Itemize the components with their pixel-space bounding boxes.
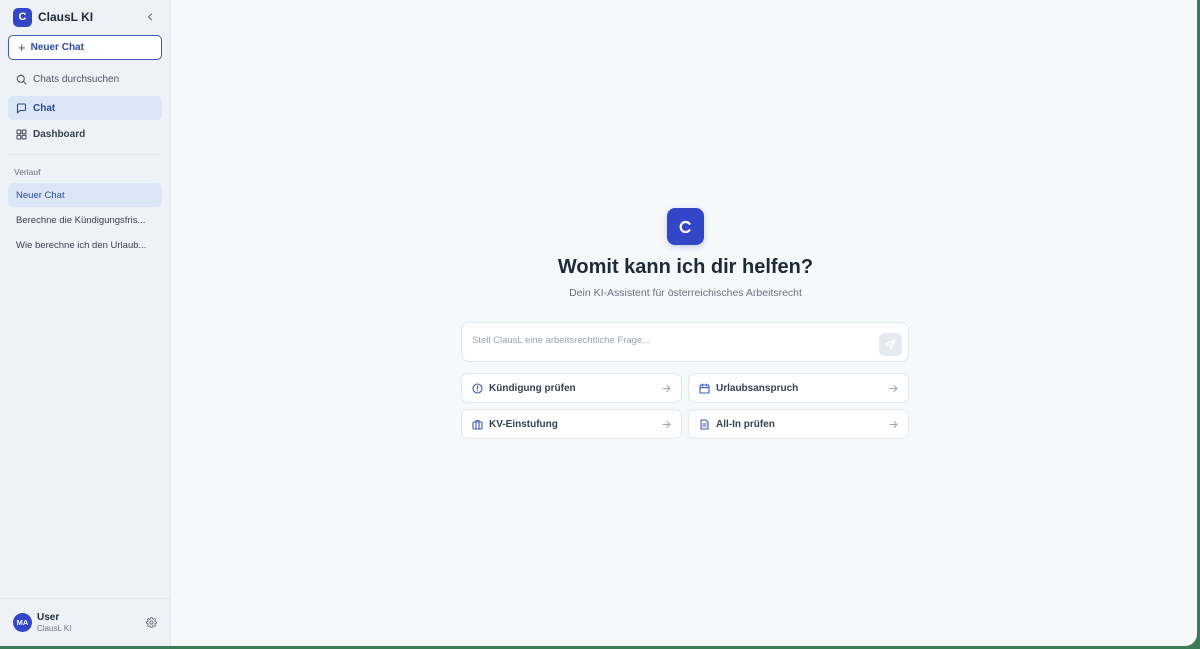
user-profile-bar: MA User ClausL KI <box>0 598 170 646</box>
search-icon <box>16 74 27 85</box>
app-logo-letter: C <box>18 11 27 23</box>
nav-item-chat[interactable]: Chat <box>8 96 162 120</box>
search-chats-label: Chats durchsuchen <box>33 73 120 85</box>
suggestion-all-in[interactable]: All-In prüfen <box>688 409 909 439</box>
app-window: C ClausL KI + Neuer Chat Chats durchsuch… <box>0 0 1197 646</box>
arrow-right-icon <box>889 384 898 393</box>
history-item[interactable]: Berechne die Kündigungsfris... <box>8 208 162 232</box>
nav-dashboard-label: Dashboard <box>33 128 86 140</box>
history-section-label: Verlauf <box>14 167 41 177</box>
suggestion-label: Urlaubsanspruch <box>716 382 799 394</box>
search-chats-button[interactable]: Chats durchsuchen <box>8 67 162 91</box>
page-title: Womit kann ich dir helfen? <box>557 256 814 278</box>
suggestion-kv-einstufung[interactable]: KV-Einstufung <box>461 409 682 439</box>
user-name: User <box>37 612 60 624</box>
sidebar-divider <box>8 154 162 155</box>
document-icon <box>700 418 709 430</box>
avatar[interactable]: MA <box>13 613 32 632</box>
arrow-right-icon <box>662 384 671 393</box>
dashboard-grid-icon <box>16 129 27 139</box>
prompt-box <box>461 322 909 362</box>
history-item[interactable]: Neuer Chat <box>8 183 162 207</box>
info-circle-icon <box>472 382 483 394</box>
history-item[interactable]: Wie berechne ich den Urlaub... <box>8 233 162 257</box>
plus-icon: + <box>18 40 26 55</box>
suggestion-kuendigung[interactable]: Kündigung prüfen <box>461 373 682 403</box>
arrow-right-icon <box>662 420 671 429</box>
send-button[interactable] <box>879 333 902 356</box>
nav-chat-label: Chat <box>33 102 56 114</box>
suggestion-label: All-In prüfen <box>716 418 775 430</box>
sidebar: C ClausL KI + Neuer Chat Chats durchsuch… <box>0 0 171 646</box>
arrow-right-icon <box>889 420 898 429</box>
page-subtitle: Dein KI-Assistent für österreichisches A… <box>569 287 802 299</box>
send-icon <box>885 339 896 350</box>
chat-bubble-icon <box>16 102 27 113</box>
app-name: ClausL KI <box>38 10 94 24</box>
main-area: Womit kann ich dir helfen? Dein KI-Assis… <box>171 0 1197 646</box>
user-subtitle: ClausL KI <box>37 623 72 633</box>
new-chat-button[interactable]: + Neuer Chat <box>8 35 162 60</box>
calendar-icon <box>699 382 710 394</box>
hero-logo <box>667 208 704 245</box>
suggestion-label: Kündigung prüfen <box>489 382 576 394</box>
collapse-sidebar-icon[interactable] <box>143 10 157 24</box>
briefcase-icon <box>472 419 483 430</box>
settings-gear-icon[interactable] <box>146 617 157 628</box>
new-chat-label: Neuer Chat <box>30 42 84 53</box>
clausl-c-icon <box>679 220 691 233</box>
suggestion-label: KV-Einstufung <box>489 418 558 430</box>
nav-item-dashboard[interactable]: Dashboard <box>8 122 162 146</box>
user-info: User ClausL KI <box>37 612 71 633</box>
suggestion-urlaubsanspruch[interactable]: Urlaubsanspruch <box>688 373 909 403</box>
brand-header: C ClausL KI <box>0 0 170 34</box>
prompt-input[interactable] <box>472 333 872 347</box>
app-logo: C <box>13 7 32 27</box>
